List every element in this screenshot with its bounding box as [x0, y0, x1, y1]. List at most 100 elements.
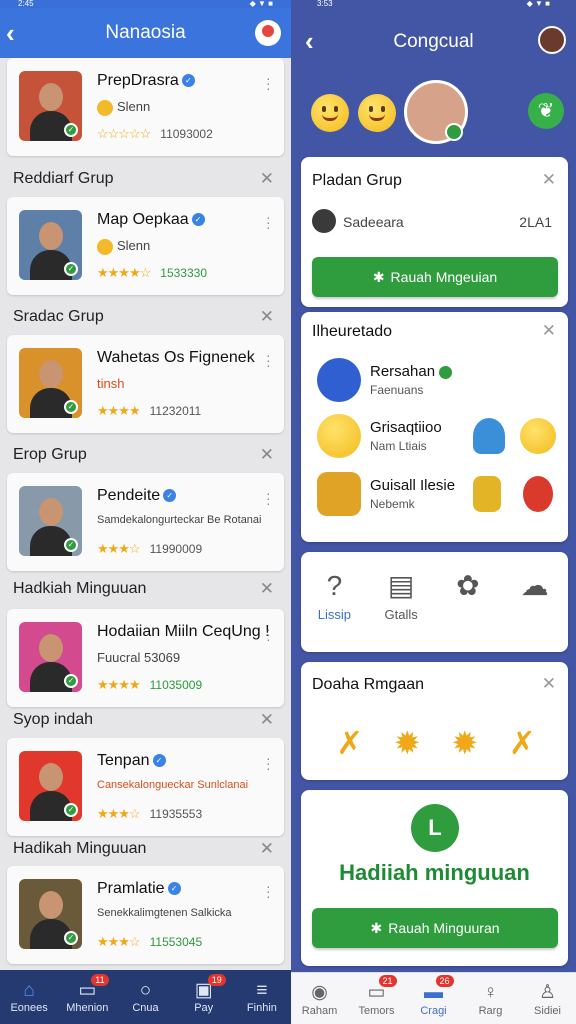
more-options-icon[interactable]: · · ·: [266, 751, 271, 775]
card-title: Ilheuretado: [312, 323, 393, 340]
person-head: [39, 763, 63, 791]
profile-avatar[interactable]: [404, 80, 468, 144]
person-head: [39, 222, 63, 250]
nav-tab-label: Mhenion: [66, 1002, 109, 1014]
group-subtitle-text: Slenn: [117, 238, 151, 253]
group-list-card[interactable]: ✓ Map Oepkaa ✓ Slenn ★★★★☆ 1533330 · · ·: [7, 197, 284, 295]
top-app-bar: ‹ Nanaosia: [0, 8, 291, 58]
shortcut-label: Lissip: [317, 607, 351, 622]
group-list-card[interactable]: ✓ Tenpan ✓ Cansekalongueckar Sunlclanai ★★★☆…: [7, 738, 284, 836]
member-count: 11935553: [149, 807, 203, 821]
more-options-icon[interactable]: · · ·: [266, 71, 271, 95]
shortcut-row: ? Lissip ▤ Gtalls ✿ ☁: [301, 566, 568, 634]
group-list-card[interactable]: ✓ Wahetas Os Fignenek tinsh ★★★★ 11232011 · · ·: [7, 335, 284, 433]
nav-tab[interactable]: ▣ Pay 19: [175, 970, 233, 1024]
nav-tab[interactable]: ≡ Finhin: [233, 970, 291, 1024]
shortcut-settings[interactable]: ✿: [435, 566, 502, 634]
nav-tab-label: Cragi: [420, 1005, 447, 1017]
close-icon[interactable]: ✕: [542, 674, 556, 694]
group-thumbnail: ✓: [19, 210, 82, 280]
gear-icon: ✿: [456, 570, 480, 601]
shortcut-card: ? Lissip ▤ Gtalls ✿ ☁: [301, 552, 568, 652]
group-list-card[interactable]: ✓ Pramlatie ✓ Senekkalimgtenen Salkicka ★★★☆…: [7, 866, 284, 964]
weekly-reward-card: L Hadiiah minguuan ✱ Rauah Minguuran: [301, 790, 568, 966]
profile-icon[interactable]: [255, 20, 281, 46]
more-options-icon[interactable]: · · ·: [266, 348, 271, 372]
nav-tab-label: Pay: [194, 1002, 214, 1014]
section-title: Sradac Grup: [13, 308, 104, 325]
nav-tab[interactable]: ♙ Sidiei: [519, 973, 576, 1024]
member-count: 11990009: [149, 542, 203, 556]
check-icon: ✓: [64, 262, 78, 276]
close-icon[interactable]: ✕: [542, 321, 556, 341]
group-thumbnail: ✓: [19, 486, 82, 556]
group-name-text: Tenpan: [97, 752, 150, 769]
primary-action-button[interactable]: ✱ Rauah Mngeuian: [312, 257, 558, 297]
leaf-icon[interactable]: ❦: [528, 93, 564, 129]
group-subtitle: Slenn: [97, 99, 150, 116]
nav-tab-icon: ○: [139, 980, 152, 1001]
nav-tab-icon: ▭: [367, 982, 386, 1003]
nav-tab-label: Sidiei: [534, 1005, 561, 1017]
sun-sticker-icon[interactable]: ✹: [451, 722, 478, 764]
rating-row: ☆☆☆☆☆ 11093002: [97, 126, 213, 142]
sticker-icon[interactable]: ✗: [509, 722, 536, 764]
more-options-icon[interactable]: · · ·: [266, 622, 271, 646]
group-list-card[interactable]: ✓ PrepDrasra ✓ Slenn ☆☆☆☆☆ 11093002 · · ·: [7, 58, 284, 156]
group-subtitle-text: Slenn: [117, 99, 151, 114]
verified-icon: ✓: [163, 489, 177, 503]
nav-tab[interactable]: ◉ Raham: [291, 973, 348, 1024]
weekly-reward-button[interactable]: ✱ Rauah Minguuran: [312, 908, 558, 948]
nav-tab-label: Eonees: [10, 1002, 48, 1014]
person-subtitle: Nebemk: [370, 497, 415, 511]
nav-tab[interactable]: ▭ Mhenion 11: [58, 970, 116, 1024]
member-count: 11093002: [160, 127, 213, 141]
sticker-icon[interactable]: ✗: [336, 722, 363, 764]
smile-emoji-icon: [358, 94, 396, 132]
nav-tab[interactable]: ▬ Cragi 26: [405, 973, 462, 1024]
group-list-card[interactable]: ✓ Pendeite ✓ Samdekalongurteckar Be Rotanai…: [7, 473, 284, 571]
blocks-sticker-icon: [473, 476, 501, 512]
close-icon[interactable]: ✕: [260, 445, 274, 465]
close-icon[interactable]: ✕: [260, 579, 274, 599]
nav-tab[interactable]: ○ Cnua: [116, 970, 174, 1024]
star-rating: ★★★★: [97, 403, 141, 418]
smile-sticker-icon: [520, 418, 556, 454]
more-options-icon[interactable]: · · ·: [266, 879, 271, 903]
cloud-icon: ☁: [520, 570, 549, 601]
group-name-text: Wahetas Os Fignenek: [97, 349, 255, 366]
group-list-card[interactable]: ✓ Hodaiian Miiln CeqUng ! Fuucral 53069 ★★★…: [7, 609, 284, 707]
more-options-icon[interactable]: · · ·: [266, 486, 271, 510]
more-options-icon[interactable]: · · ·: [266, 210, 271, 234]
shortcut-cloud[interactable]: ☁: [501, 566, 568, 634]
nav-tab-label: Cnua: [132, 1002, 159, 1014]
nav-tab-label: Temors: [358, 1005, 395, 1017]
close-icon[interactable]: ✕: [260, 710, 274, 730]
star-rating: ★★★★: [97, 677, 141, 692]
nav-tab[interactable]: ⌂ Eonees: [0, 970, 58, 1024]
group-name-text: Map Oepkaa: [97, 211, 189, 228]
tomato-sticker-icon: [523, 476, 553, 512]
close-icon[interactable]: ✕: [542, 170, 556, 190]
group-subtitle-text: Cansekalongueckar Sunlclanai: [97, 779, 249, 791]
top-app-bar: ‹ Congcual: [291, 8, 576, 68]
sun-sticker-icon[interactable]: ✹: [394, 722, 421, 764]
star-rating: ★★★☆: [97, 934, 141, 949]
nav-tab[interactable]: ♀ Rarg: [462, 973, 519, 1024]
person-row[interactable]: Grisaqtiioo Nam Ltiais: [317, 414, 557, 460]
card-title: Doaha Rmgaan: [312, 676, 425, 693]
user-avatar[interactable]: [538, 26, 566, 54]
nav-tab-icon: ⌂: [23, 980, 35, 1001]
person-row[interactable]: Guisall Ilesie Nebemk: [317, 472, 557, 518]
people-card: Ilheuretado ✕ Rersahan Faenuans Grisaqti…: [301, 312, 568, 542]
close-icon[interactable]: ✕: [260, 307, 274, 327]
shortcut-help[interactable]: ? Lissip: [301, 566, 368, 634]
close-icon[interactable]: ✕: [260, 839, 274, 859]
shortcut-details[interactable]: ▤ Gtalls: [368, 566, 435, 634]
rating-row: ★★★☆ 11990009: [97, 541, 202, 557]
person-name: Guisall Ilesie: [370, 477, 456, 494]
person-row[interactable]: Rersahan Faenuans: [317, 358, 557, 404]
nav-tab[interactable]: ▭ Temors 21: [348, 973, 405, 1024]
close-icon[interactable]: ✕: [260, 169, 274, 189]
weekly-reward-button-label: Rauah Minguuran: [388, 920, 500, 936]
